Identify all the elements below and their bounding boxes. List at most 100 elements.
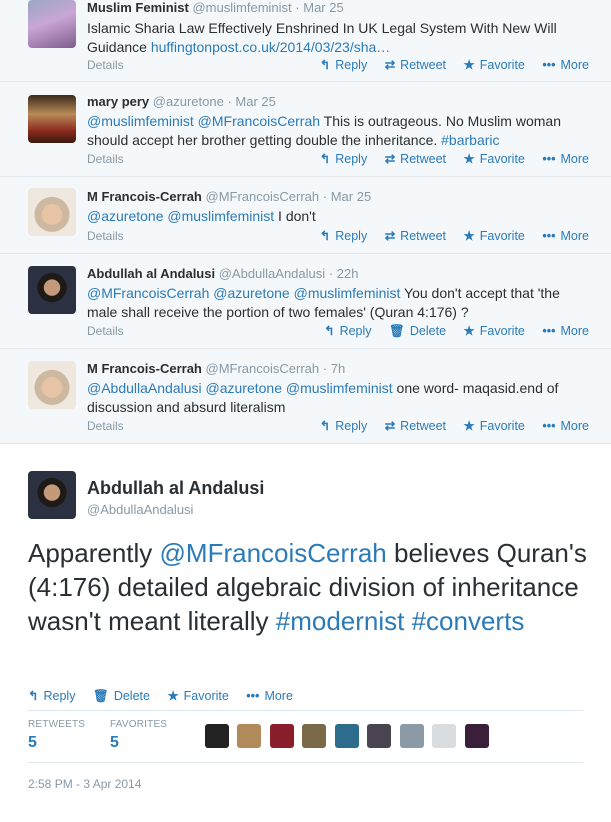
more-icon: •••	[542, 229, 556, 243]
retweet-icon: ⇄	[384, 229, 396, 243]
author-name[interactable]: Muslim Feminist	[87, 0, 189, 15]
details-link[interactable]: Details	[87, 58, 124, 72]
avatar[interactable]	[399, 724, 424, 748]
tweet-text: @MFrancoisCerrah @azuretone @muslimfemin…	[87, 285, 560, 320]
avatar[interactable]	[28, 471, 76, 519]
hashtag-link[interactable]: #barbaric	[441, 132, 499, 148]
more-button[interactable]: ••• More	[542, 152, 589, 166]
star-icon: ★	[167, 689, 179, 703]
more-button[interactable]: ••• More	[542, 324, 589, 338]
star-icon: ★	[463, 229, 475, 243]
favorites-count[interactable]: 5	[110, 734, 167, 752]
tweet-muslim-feminist: Muslim Feminist @muslimfeminist · Mar 25…	[0, 0, 611, 82]
tweet-header: Muslim Feminist @muslimfeminist · Mar 25	[87, 0, 344, 15]
details-link[interactable]: Details	[87, 229, 124, 243]
tweet-time[interactable]: Mar 25	[331, 189, 371, 204]
retweet-button[interactable]: ⇄ Retweet	[385, 57, 446, 72]
mention-links[interactable]: @muslimfeminist @MFrancoisCerrah	[87, 113, 320, 129]
reply-button[interactable]: ↰ Reply	[320, 151, 367, 166]
mention-link[interactable]: @MFrancoisCerrah	[160, 538, 387, 568]
reply-button[interactable]: ↰ Reply	[324, 323, 371, 338]
retweet-button[interactable]: ⇄ Retweet	[385, 418, 446, 433]
avatar[interactable]	[28, 266, 76, 314]
tweet-header: Abdullah al Andalusi @AbdullaAndalusi · …	[87, 266, 359, 281]
author-name[interactable]: Abdullah al Andalusi	[87, 266, 215, 281]
reply-button[interactable]: ↰ Reply	[28, 688, 75, 703]
url-link[interactable]: huffingtonpost.co.uk/2014/03/23/sha…	[151, 39, 390, 55]
reply-button[interactable]: ↰ Reply	[320, 228, 367, 243]
more-icon: •••	[542, 58, 556, 72]
avatar[interactable]	[269, 724, 294, 748]
reply-icon: ↰	[28, 689, 39, 703]
favorite-button[interactable]: ★ Favorite	[464, 151, 525, 166]
tweet-time[interactable]: 7h	[331, 361, 345, 376]
favorite-button[interactable]: ★ Favorite	[167, 688, 228, 703]
favorites-stat[interactable]: FAVORITES 5	[110, 719, 167, 752]
tweet-timestamp: 2:58 PM - 3 Apr 2014	[28, 777, 142, 791]
star-icon: ★	[463, 58, 475, 72]
avatar[interactable]	[302, 724, 327, 748]
favorite-button[interactable]: ★ Favorite	[464, 57, 525, 72]
author-name[interactable]: M Francois-Cerrah	[87, 189, 202, 204]
tweet-actions: ↰ Reply ⇄ Retweet ★ Favorite ••• More	[306, 151, 589, 166]
avatar[interactable]	[367, 724, 392, 748]
author-handle[interactable]: @MFrancoisCerrah	[206, 361, 320, 376]
retweet-icon: ⇄	[384, 419, 396, 433]
reply-button[interactable]: ↰ Reply	[320, 57, 367, 72]
more-button[interactable]: ••• More	[246, 689, 293, 703]
tweet-text: @muslimfeminist @MFrancoisCerrah This is…	[87, 113, 561, 148]
author-name[interactable]: Abdullah al Andalusi	[87, 478, 264, 499]
delete-button[interactable]: 🗑 Delete	[93, 689, 150, 704]
author-name[interactable]: mary pery	[87, 94, 149, 109]
tweet-text: Apparently @MFrancoisCerrah believes Qur…	[28, 538, 587, 636]
trash-icon: 🗑	[92, 689, 109, 703]
divider	[28, 762, 583, 763]
details-link[interactable]: Details	[87, 419, 124, 433]
more-button[interactable]: ••• More	[542, 229, 589, 243]
favorite-button[interactable]: ★ Favorite	[464, 323, 525, 338]
tweet-actions: ↰ Reply 🗑 Delete ★ Favorite ••• More	[310, 323, 589, 339]
retweet-button[interactable]: ⇄ Retweet	[385, 151, 446, 166]
tweet-header: M Francois-Cerrah @MFrancoisCerrah · Mar…	[87, 189, 372, 204]
delete-button[interactable]: 🗑 Delete	[389, 324, 446, 339]
hashtag-link[interactable]: #converts	[412, 606, 525, 636]
details-link[interactable]: Details	[87, 324, 124, 338]
tweet-actions: ↰ Reply ⇄ Retweet ★ Favorite ••• More	[306, 418, 589, 433]
mention-links[interactable]: @azuretone @muslimfeminist	[87, 208, 274, 224]
tweet-time[interactable]: Mar 25	[235, 94, 275, 109]
reply-button[interactable]: ↰ Reply	[320, 418, 367, 433]
author-handle[interactable]: @MFrancoisCerrah	[206, 189, 320, 204]
author-handle[interactable]: @azuretone	[153, 94, 224, 109]
mention-links[interactable]: @MFrancoisCerrah @azuretone @muslimfemin…	[87, 285, 400, 301]
avatar[interactable]	[205, 724, 229, 748]
divider	[28, 710, 583, 711]
author-handle[interactable]: @muslimfeminist	[192, 0, 291, 15]
mention-links[interactable]: @AbdullaAndalusi @azuretone @muslimfemin…	[87, 380, 393, 396]
avatar[interactable]	[432, 724, 457, 748]
more-button[interactable]: ••• More	[542, 419, 589, 433]
more-icon: •••	[542, 419, 556, 433]
author-name[interactable]: M Francois-Cerrah	[87, 361, 202, 376]
tweet-time[interactable]: Mar 25	[303, 0, 343, 15]
avatar[interactable]	[28, 0, 76, 48]
avatar[interactable]	[464, 724, 489, 748]
author-handle[interactable]: @AbdullaAndalusi	[219, 266, 325, 281]
retweets-count[interactable]: 5	[28, 734, 85, 752]
favoriter-avatars	[205, 724, 493, 753]
tweet-francois-cerrah: M Francois-Cerrah @MFrancoisCerrah · Mar…	[0, 177, 611, 254]
tweet-time[interactable]: 22h	[337, 266, 359, 281]
avatar[interactable]	[334, 724, 359, 748]
favorite-button[interactable]: ★ Favorite	[464, 418, 525, 433]
tweet-francois-cerrah-2: M Francois-Cerrah @MFrancoisCerrah · 7h …	[0, 349, 611, 444]
retweets-stat[interactable]: RETWEETS 5	[28, 719, 85, 752]
retweet-button[interactable]: ⇄ Retweet	[385, 228, 446, 243]
avatar[interactable]	[28, 188, 76, 236]
more-button[interactable]: ••• More	[542, 58, 589, 72]
avatar[interactable]	[237, 724, 262, 748]
avatar[interactable]	[28, 95, 76, 143]
favorite-button[interactable]: ★ Favorite	[464, 228, 525, 243]
details-link[interactable]: Details	[87, 152, 124, 166]
hashtag-link[interactable]: #modernist	[276, 606, 405, 636]
avatar[interactable]	[28, 361, 76, 409]
author-handle[interactable]: @AbdullaAndalusi	[87, 502, 193, 517]
